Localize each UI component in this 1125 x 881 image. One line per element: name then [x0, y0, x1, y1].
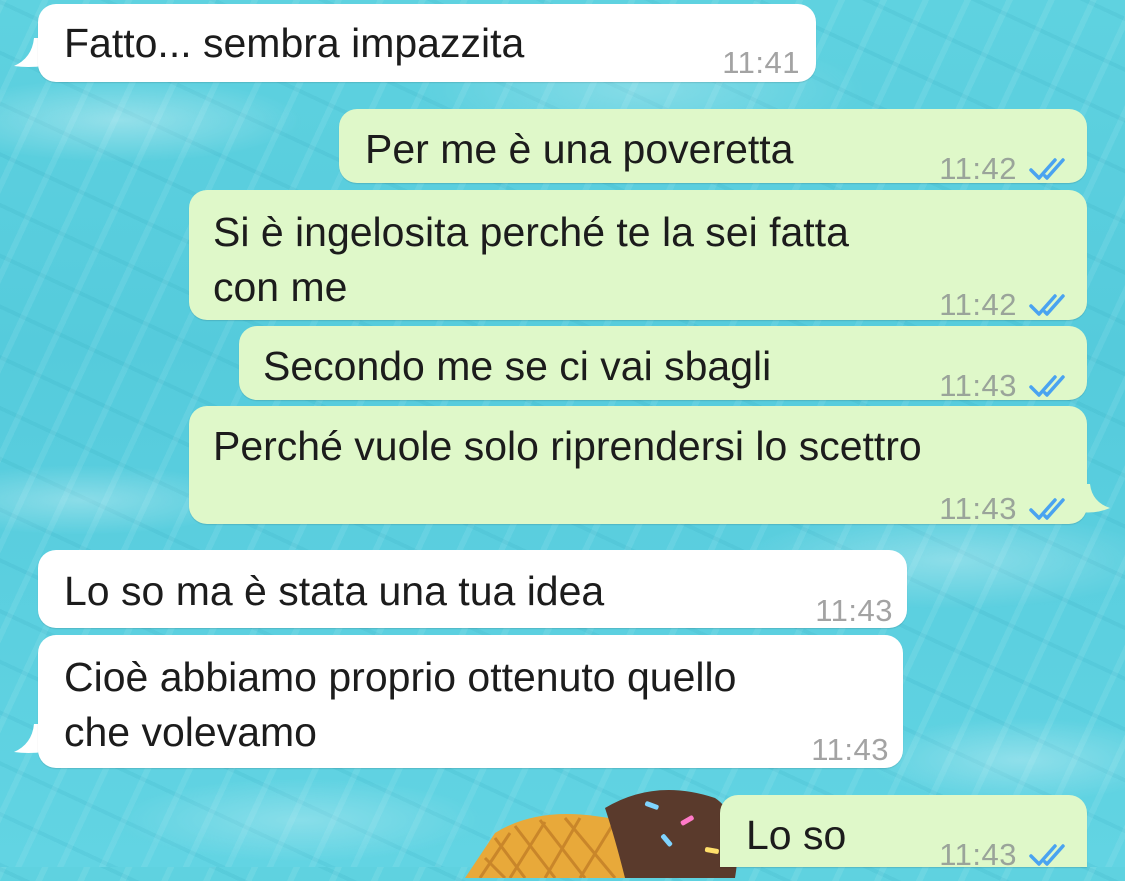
message-bubble-outgoing[interactable]: Lo so 11:43 — [720, 795, 1087, 872]
message-text: Lo so — [746, 812, 847, 858]
message-text-line-1: Si è ingelosita perché te la sei fatta — [213, 209, 849, 255]
message-bubble-incoming[interactable]: Lo so ma è stata una tua idea 11:43 — [38, 550, 907, 628]
double-check-icon — [1029, 497, 1065, 520]
ice-cream-float-icon — [465, 790, 738, 878]
message-text: Secondo me se ci vai sbagli — [263, 343, 772, 389]
message-time: 11:43 — [939, 368, 1017, 403]
message-time: 11:43 — [815, 593, 893, 628]
message-bubble-incoming[interactable]: Cioè abbiamo proprio ottenuto quello che… — [38, 635, 903, 768]
message-time: 11:41 — [722, 45, 800, 80]
message-text-line-1: Cioè abbiamo proprio ottenuto quello — [64, 654, 737, 700]
outgoing-bubble-tail — [1080, 484, 1110, 513]
message-text-line-2: con me — [213, 264, 348, 310]
message-text: Perché vuole solo riprendersi lo scettro — [213, 423, 922, 469]
message-text: Fatto... sembra impazzita — [64, 20, 525, 66]
message-time: 11:42 — [939, 287, 1017, 322]
double-check-icon — [1029, 157, 1065, 180]
message-time: 11:42 — [939, 151, 1017, 186]
double-check-icon — [1029, 374, 1065, 397]
message-text-line-2: che volevamo — [64, 709, 317, 755]
message-time: 11:43 — [939, 837, 1017, 872]
message-text: Per me è una poveretta — [365, 126, 794, 172]
message-bubble-incoming[interactable]: Fatto... sembra impazzita 11:41 — [38, 4, 816, 82]
message-bubble-outgoing[interactable]: Secondo me se ci vai sbagli 11:43 — [239, 326, 1087, 403]
message-time: 11:43 — [811, 732, 889, 767]
double-check-icon — [1029, 843, 1065, 866]
message-text: Lo so ma è stata una tua idea — [64, 568, 605, 614]
double-check-icon — [1029, 293, 1065, 316]
message-time: 11:43 — [939, 491, 1017, 526]
message-bubble-outgoing[interactable]: Si è ingelosita perché te la sei fatta c… — [189, 190, 1087, 322]
message-bubble-outgoing[interactable]: Per me è una poveretta 11:42 — [339, 109, 1087, 186]
message-bubble-outgoing[interactable]: Perché vuole solo riprendersi lo scettro… — [189, 406, 1087, 526]
